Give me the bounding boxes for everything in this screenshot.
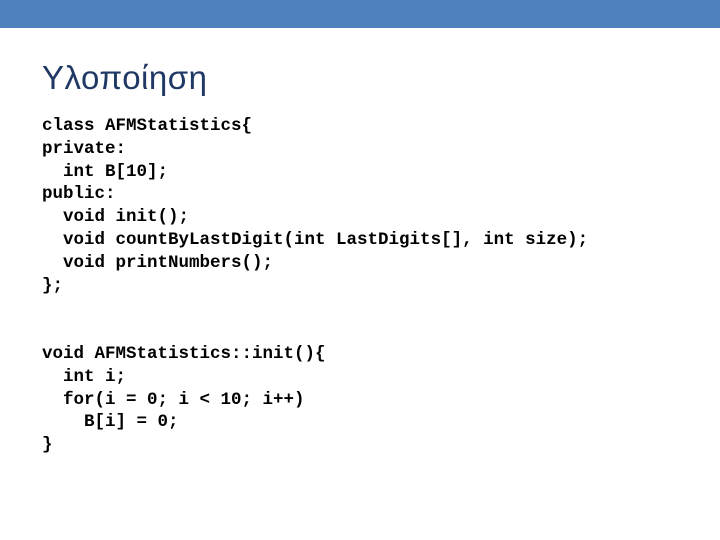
header-accent-bar (0, 0, 720, 28)
code-line: } (42, 435, 53, 456)
code-line: class AFMStatistics{ (42, 116, 253, 136)
code-line: public: (42, 184, 116, 205)
code-line: int i; (42, 366, 127, 387)
code-line: void printNumbers(); (42, 252, 274, 273)
code-line: void countByLastDigit(int LastDigits[], … (42, 229, 589, 250)
init-function-code: void AFMStatistics::init(){ int i; for(i… (42, 343, 326, 457)
class-declaration-code: class AFMStatistics{private: int B[10]; p… (42, 115, 588, 297)
code-line: private: (42, 138, 127, 159)
code-line: void AFMStatistics::init(){ (42, 344, 326, 364)
code-line: }; (42, 275, 64, 296)
slide-title: Υλοποίηση (42, 59, 208, 96)
code-line: B[i] = 0; (42, 412, 179, 433)
code-line: void init(); (42, 207, 190, 228)
code-line: int B[10]; (42, 161, 169, 182)
code-line: for(i = 0; i < 10; i++) (42, 389, 305, 410)
